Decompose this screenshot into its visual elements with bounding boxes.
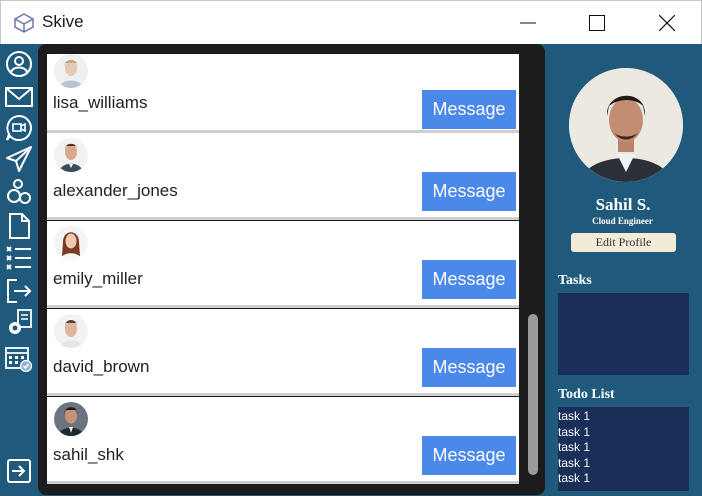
profile-avatar [569,68,683,182]
sidebar-item-settings[interactable] [5,309,33,337]
sidebar-item-logout[interactable] [5,277,33,305]
profile-role: Cloud Engineer [592,216,653,226]
todo-item[interactable]: task 1 [558,456,590,472]
sidebar-item-mail[interactable] [5,83,33,111]
user-avatar [54,54,88,88]
profile-icon [6,51,32,77]
document-icon [9,213,30,239]
profile-panel: Sahil S. Cloud Engineer Edit Profile Tas… [547,44,702,496]
sidebar-item-task-list[interactable] [5,244,33,272]
user-card: alexander_jones Message [47,133,519,220]
mail-icon [5,87,33,107]
send-icon [6,146,32,172]
sidebar-item-calendar[interactable] [5,344,33,372]
profile-name: Sahil S. [595,195,651,214]
todo-item[interactable]: task 1 [558,440,590,456]
username: emily_miller [53,269,143,288]
sidebar-item-document[interactable] [5,212,33,240]
todo-heading: Todo List [558,387,615,402]
sidebar-item-users[interactable] [5,178,33,206]
title-bar: Skive [0,0,702,44]
message-button[interactable]: Message [422,90,516,129]
expand-arrow-icon [7,459,31,483]
scrollbar-thumb[interactable] [528,314,538,475]
video-chat-icon [6,114,32,141]
todo-item[interactable]: task 1 [558,471,590,487]
message-button[interactable]: Message [422,348,516,387]
user-avatar [54,138,88,172]
minimize-icon [520,22,536,24]
expand-sidebar-button[interactable] [7,459,31,483]
user-card: emily_miller Message [47,221,519,308]
sidebar-item-profile[interactable] [5,50,33,78]
user-list[interactable]: lisa_williams Message alexander_jones Me… [47,44,545,487]
users-icon [7,179,31,204]
tasks-heading: Tasks [558,273,592,288]
task-list-icon [6,246,31,270]
maximize-button[interactable] [574,1,620,45]
minimize-button[interactable] [505,1,551,45]
user-avatar [54,402,88,436]
user-list-panel: lisa_williams Message alexander_jones Me… [38,44,545,495]
user-card: sahil_shk Message [47,397,519,484]
user-card: david_brown Message [47,309,519,396]
settings-documents-icon [9,309,32,334]
window-title: Skive [42,12,84,31]
sidebar-item-send[interactable] [5,145,33,173]
username: alexander_jones [53,181,178,200]
close-button[interactable] [644,1,690,45]
message-button[interactable]: Message [422,260,516,299]
todo-item[interactable]: task 1 [558,425,590,441]
message-button[interactable]: Message [422,172,516,211]
edit-profile-button[interactable]: Edit Profile [571,233,676,252]
user-avatar [54,226,88,260]
message-button[interactable]: Message [422,436,516,475]
username: lisa_williams [53,93,148,112]
todo-list: task 1 task 1 task 1 task 1 task 1 [558,409,590,487]
calendar-check-icon [5,347,33,372]
user-avatar [54,314,88,348]
maximize-icon [589,15,605,31]
skive-logo-icon [13,12,35,34]
tasks-box[interactable] [558,293,689,375]
logout-icon [7,279,32,303]
sidebar-item-video-chat[interactable] [5,114,33,142]
user-card: lisa_williams Message [47,54,519,133]
todo-list-box[interactable]: task 1 task 1 task 1 task 1 task 1 [558,407,689,491]
todo-item[interactable]: task 1 [558,409,590,425]
close-icon [659,15,675,31]
sidebar [0,44,38,496]
username: david_brown [53,357,150,376]
username: sahil_shk [53,445,124,464]
